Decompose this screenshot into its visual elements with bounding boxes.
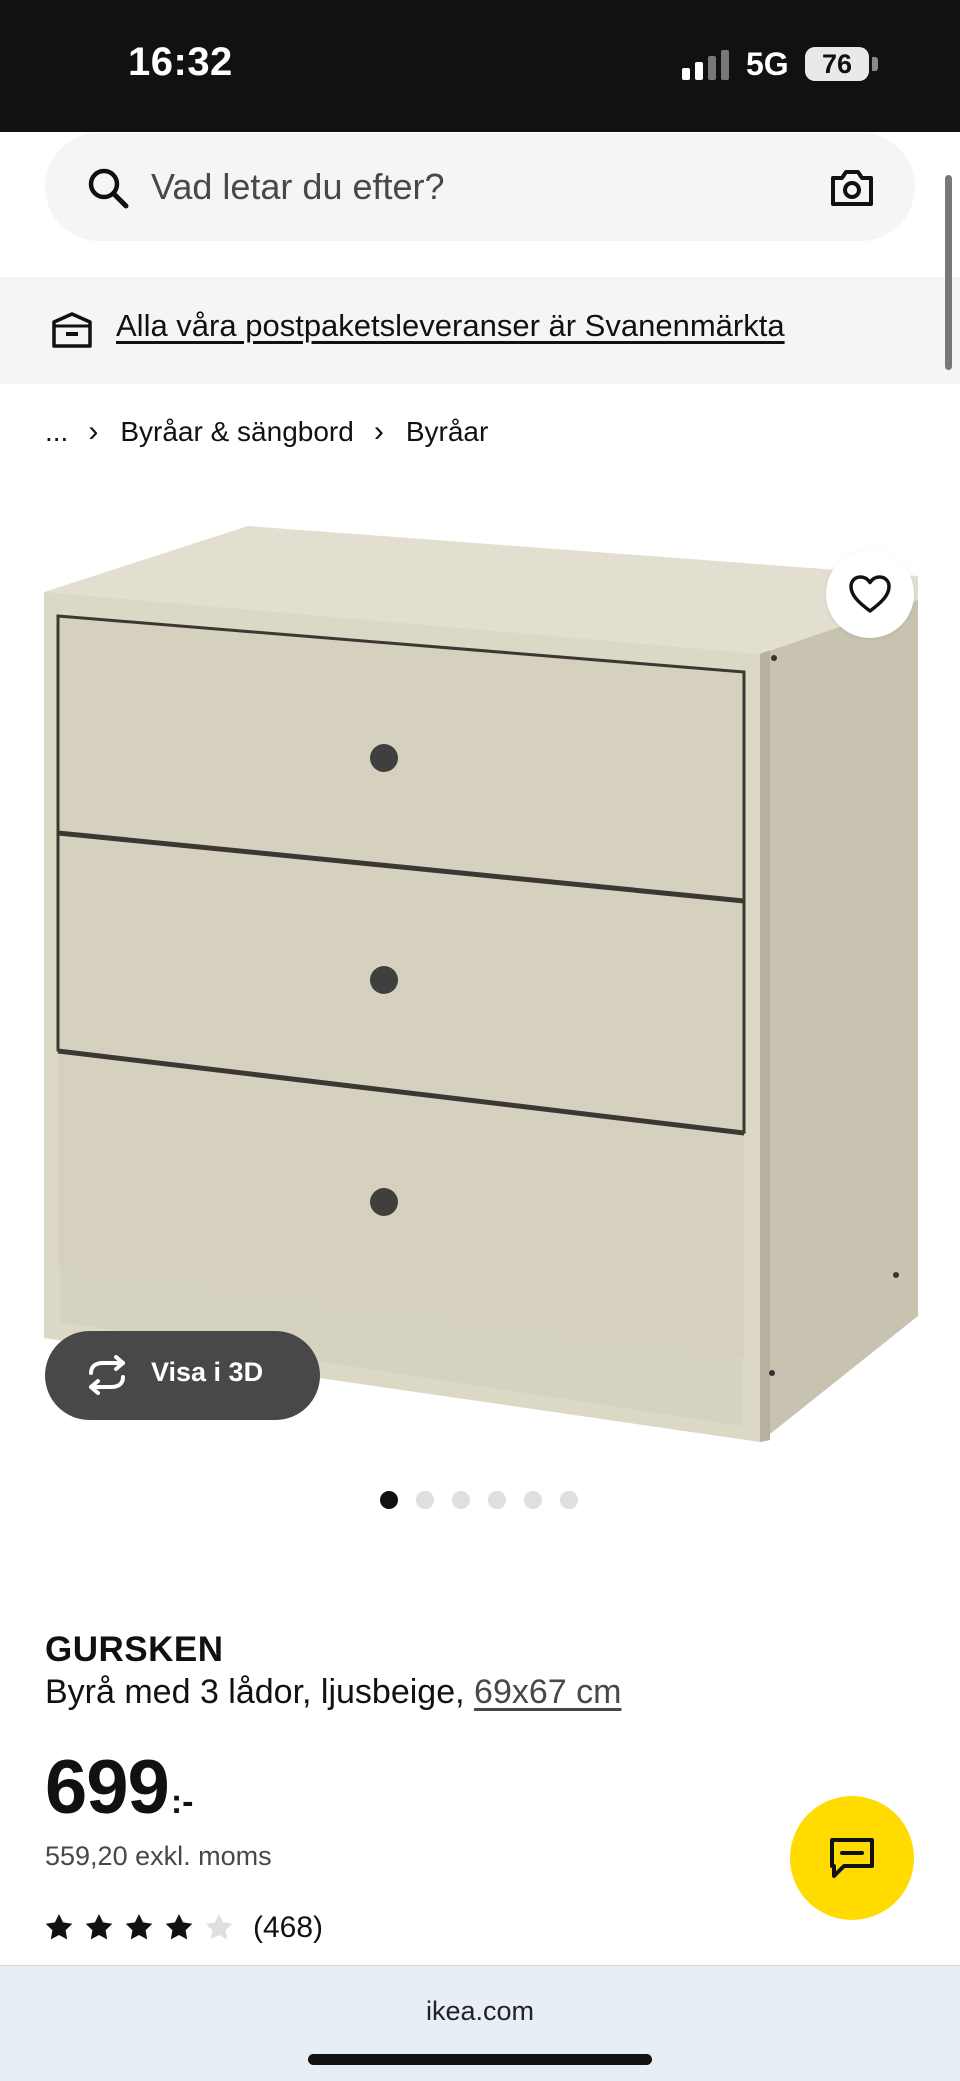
info-banner[interactable]: Alla våra postpaketsleveranser är Svanen… xyxy=(0,277,960,384)
carousel-dots xyxy=(380,1491,578,1511)
breadcrumb-item-dressers-nightstands[interactable]: Byråar & sängbord xyxy=(120,416,353,448)
battery-indicator: 76 xyxy=(805,47,869,81)
search-icon xyxy=(88,168,129,209)
battery-cap xyxy=(872,57,878,71)
carousel-dot[interactable] xyxy=(452,1491,470,1509)
price-suffix: :- xyxy=(170,1783,194,1821)
breadcrumb: ... › Byråar & sängbord › Byråar xyxy=(45,412,488,452)
view-in-3d-label: Visa i 3D xyxy=(151,1357,264,1387)
home-indicator[interactable] xyxy=(308,2054,652,2065)
product-price: 699 :- xyxy=(45,1744,193,1831)
search-bar[interactable] xyxy=(45,133,915,241)
chat-button[interactable] xyxy=(790,1796,914,1920)
status-time: 16:32 xyxy=(128,40,233,84)
price-excl-vat: 559,20 exkl. moms xyxy=(45,1841,272,1871)
product-description: Byrå med 3 lådor, ljusbeige, 69x67 cm xyxy=(45,1673,621,1712)
carousel-dot[interactable] xyxy=(560,1491,578,1509)
heart-icon xyxy=(849,575,891,613)
camera-icon[interactable] xyxy=(829,165,875,211)
carousel-dot[interactable] xyxy=(380,1491,398,1509)
search-input[interactable] xyxy=(151,159,751,215)
signal-icon xyxy=(682,50,729,80)
browser-bar: ikea.com xyxy=(0,1965,960,2081)
chevron-right-icon: › xyxy=(373,415,384,448)
network-label: 5G xyxy=(746,46,789,82)
box-icon xyxy=(52,312,92,348)
breadcrumb-item-dressers[interactable]: Byråar xyxy=(406,416,488,448)
rating-count: (468) xyxy=(253,1911,324,1944)
carousel-dot[interactable] xyxy=(488,1491,506,1509)
url-label[interactable]: ikea.com xyxy=(0,1996,960,2027)
price-integer: 699 xyxy=(45,1745,170,1830)
breadcrumb-ellipsis[interactable]: ... xyxy=(45,416,68,448)
banner-link[interactable]: Alla våra postpaketsleveranser är Svanen… xyxy=(116,308,785,344)
carousel-dot[interactable] xyxy=(524,1491,542,1509)
chat-icon xyxy=(830,1838,874,1878)
product-image[interactable] xyxy=(0,500,960,1460)
rotate-icon xyxy=(89,1355,125,1395)
status-bar: 16:32 5G 76 xyxy=(0,0,960,132)
view-in-3d-button[interactable]: Visa i 3D xyxy=(45,1331,320,1420)
product-rating[interactable]: (468) xyxy=(45,1910,323,1946)
dimensions-link[interactable]: 69x67 cm xyxy=(474,1673,621,1711)
carousel-dot[interactable] xyxy=(416,1491,434,1509)
rating-stars-icon xyxy=(45,1914,233,1940)
product-name: GURSKEN xyxy=(45,1630,224,1669)
favorite-button[interactable] xyxy=(826,550,914,638)
chevron-right-icon: › xyxy=(88,415,99,448)
product-description-text: Byrå med 3 lådor, ljusbeige, xyxy=(45,1673,465,1711)
page-scrollbar[interactable] xyxy=(945,175,952,370)
